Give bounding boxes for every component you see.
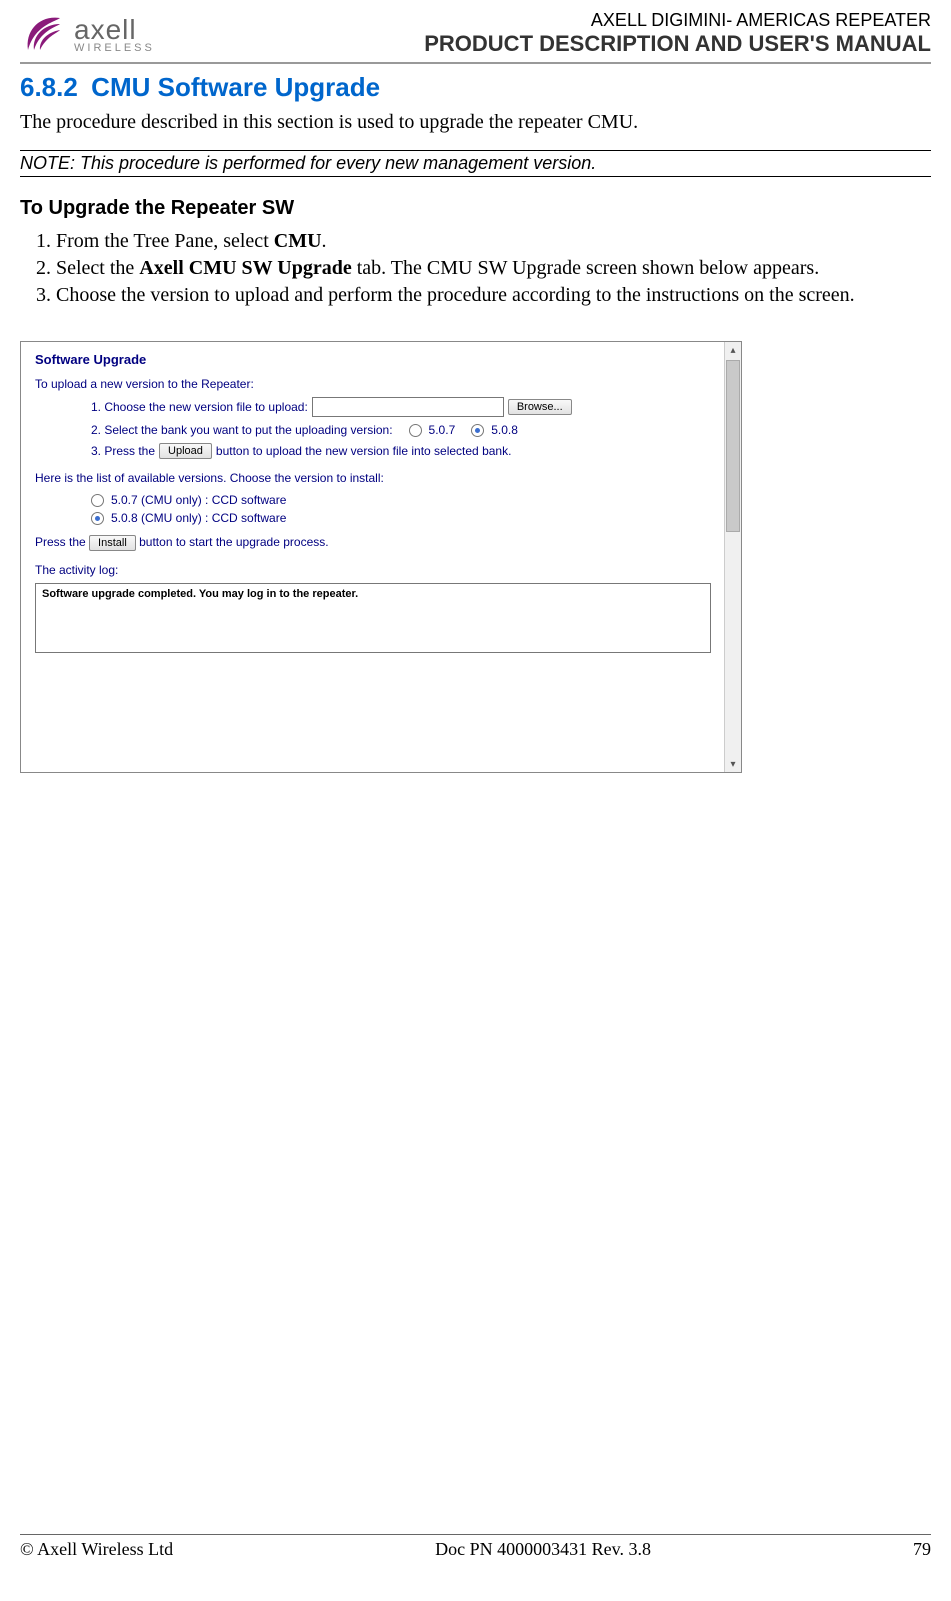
install-button[interactable]: Install [89, 535, 136, 551]
axell-logo-icon [20, 10, 68, 58]
procedure-steps: From the Tree Pane, select CMU. Select t… [20, 230, 931, 311]
install-line: Press the Install button to start the up… [35, 535, 727, 551]
sw-step-1: 1. Choose the new version file to upload… [91, 397, 727, 417]
scroll-thumb[interactable] [726, 360, 740, 532]
sw-heading: Software Upgrade [35, 352, 727, 367]
page-footer: © Axell Wireless Ltd Doc PN 4000003431 R… [20, 1534, 931, 1560]
bank-radio-507[interactable] [409, 424, 422, 437]
bank-radio-508[interactable] [471, 424, 484, 437]
version-list-intro: Here is the list of available versions. … [35, 471, 727, 485]
activity-log-label: The activity log: [35, 563, 727, 577]
sub-heading: To Upgrade the Repeater SW [20, 197, 931, 220]
sw-step-2: 2. Select the bank you want to put the u… [91, 423, 727, 437]
page-header: axell WIRELESS AXELL DIGIMINI- AMERICAS … [20, 10, 931, 64]
software-upgrade-screenshot: Software Upgrade To upload a new version… [20, 341, 742, 773]
scroll-up-icon[interactable]: ▴ [725, 342, 741, 358]
scroll-down-icon[interactable]: ▾ [725, 756, 741, 772]
file-upload-input[interactable] [312, 397, 504, 417]
header-doc-title: PRODUCT DESCRIPTION AND USER'S MANUAL [424, 31, 931, 57]
upload-button[interactable]: Upload [159, 443, 212, 459]
vertical-scrollbar[interactable]: ▴ ▾ [724, 342, 741, 772]
step-1: From the Tree Pane, select CMU. [56, 230, 931, 253]
version-radio-507[interactable] [91, 494, 104, 507]
section-title: CMU Software Upgrade [91, 72, 380, 102]
version-radio-508[interactable] [91, 512, 104, 525]
footer-doc-id: Doc PN 4000003431 Rev. 3.8 [435, 1539, 651, 1560]
header-product-line: AXELL DIGIMINI- AMERICAS REPEATER [424, 10, 931, 31]
activity-log-box: Software upgrade completed. You may log … [35, 583, 711, 653]
logo-subtext: WIRELESS [74, 42, 155, 54]
note-box: NOTE: This procedure is performed for ev… [20, 150, 931, 177]
version-option-2: 5.0.8 (CMU only) : CCD software [91, 511, 727, 525]
sw-step-3: 3. Press the Upload button to upload the… [91, 443, 727, 459]
footer-copyright: © Axell Wireless Ltd [20, 1539, 173, 1560]
activity-log-message: Software upgrade completed. You may log … [42, 588, 358, 600]
section-intro: The procedure described in this section … [20, 111, 931, 134]
step-2: Select the Axell CMU SW Upgrade tab. The… [56, 257, 931, 280]
section-number: 6.8.2 [20, 72, 78, 102]
logo: axell WIRELESS [20, 10, 155, 58]
version-option-1: 5.0.7 (CMU only) : CCD software [91, 493, 727, 507]
footer-page-number: 79 [913, 1539, 931, 1560]
section-heading-row: 6.8.2 CMU Software Upgrade [20, 72, 931, 103]
sw-intro: To upload a new version to the Repeater: [35, 377, 727, 391]
browse-button[interactable]: Browse... [508, 399, 572, 415]
step-3: Choose the version to upload and perform… [56, 284, 931, 307]
